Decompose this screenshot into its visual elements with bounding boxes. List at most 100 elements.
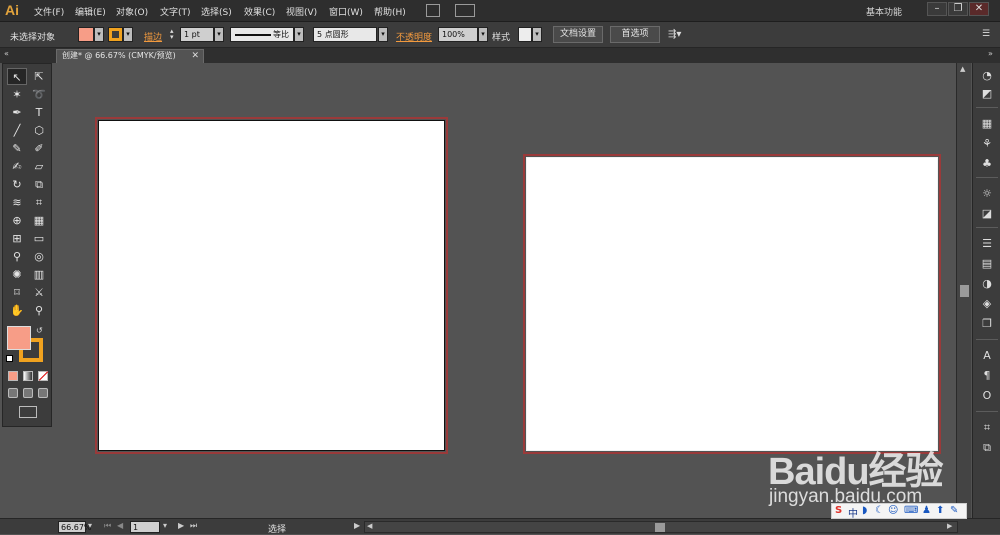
character-panel-icon[interactable]: A	[980, 349, 994, 363]
scroll-up-icon[interactable]: ▲	[960, 65, 965, 73]
first-artboard-icon[interactable]: ⏮	[104, 521, 111, 531]
type-tool-icon[interactable]: T	[29, 104, 49, 121]
symbols-panel-icon[interactable]: ♣	[980, 157, 994, 171]
column-graph-tool-icon[interactable]: ▥	[29, 266, 49, 283]
eraser-tool-icon[interactable]: ▱	[29, 158, 49, 175]
menu-file[interactable]: 文件(F)	[34, 5, 64, 18]
blend-tool-icon[interactable]: ◎	[29, 248, 49, 265]
stroke-weight-stepper-icon[interactable]: ▴ ▾	[170, 28, 178, 41]
symbol-sprayer-tool-icon[interactable]: ✺	[7, 266, 27, 283]
draw-normal-icon[interactable]	[8, 388, 18, 398]
transparency-panel-icon[interactable]: ◪	[980, 207, 994, 221]
bridge-icon[interactable]	[426, 4, 440, 17]
stroke-panel-icon[interactable]: ☼	[980, 187, 994, 201]
menu-type[interactable]: 文字(T)	[160, 5, 191, 18]
menu-object[interactable]: 对象(O)	[116, 5, 148, 18]
graphic-style-swatch[interactable]	[518, 27, 532, 42]
scroll-right-icon[interactable]: ▶	[947, 522, 952, 530]
color-mode-icon[interactable]	[8, 371, 18, 381]
collapse-toolbar-icon[interactable]: «	[4, 49, 9, 58]
none-mode-icon[interactable]	[38, 371, 49, 381]
brush-dropdown-icon[interactable]: ▾	[378, 27, 388, 42]
pathfinder-panel-icon[interactable]: ▤	[980, 257, 994, 271]
paintbrush-tool-icon[interactable]: ✎	[7, 140, 27, 157]
artboards-panel-icon[interactable]: ❐	[980, 317, 994, 331]
fill-color-box[interactable]	[7, 326, 31, 350]
transform-panel-icon[interactable]: ⌗	[980, 421, 994, 435]
fill-color-swatch[interactable]	[78, 27, 94, 42]
lasso-tool-icon[interactable]: ➰	[29, 86, 49, 103]
opacity-dropdown-icon[interactable]: ▾	[478, 27, 488, 42]
magic-wand-tool-icon[interactable]: ✶	[7, 86, 27, 103]
appearance-panel-icon[interactable]: ◑	[980, 277, 994, 291]
swatches-panel-icon[interactable]: ▦	[980, 117, 994, 131]
eyedropper-tool-icon[interactable]: ⚲	[7, 248, 27, 265]
keyboard-icon[interactable]: ⌨	[904, 505, 918, 516]
navigator-panel-icon[interactable]: ⧉	[980, 441, 994, 455]
vertical-scrollbar[interactable]: ▲	[956, 63, 971, 518]
panel-menu-icon[interactable]: ☰	[982, 29, 990, 39]
draw-behind-icon[interactable]	[23, 388, 33, 398]
close-tab-icon[interactable]: ✕	[191, 50, 199, 62]
artboard-1[interactable]	[98, 120, 445, 451]
zoom-field[interactable]: 66.67%	[58, 521, 92, 533]
color-guide-icon[interactable]: ◩	[980, 87, 994, 101]
layers-panel-icon[interactable]: ◈	[980, 297, 994, 311]
collapse-dock-icon[interactable]: »	[988, 49, 993, 58]
brushes-panel-icon[interactable]: ⚘	[980, 137, 994, 151]
ime-mode-label[interactable]: 中	[848, 505, 858, 520]
gradient-tool-icon[interactable]: ▭	[29, 230, 49, 247]
zoom-tool-icon[interactable]: ⚲	[29, 302, 49, 319]
menu-edit[interactable]: 编辑(E)	[75, 5, 106, 18]
horizontal-scroll-thumb[interactable]	[655, 523, 665, 532]
style-dropdown-icon[interactable]: ▾	[532, 27, 542, 42]
color-panel-icon[interactable]: ◔	[980, 69, 994, 83]
shape-builder-tool-icon[interactable]: ⊕	[7, 212, 27, 229]
rotate-tool-icon[interactable]: ↻	[7, 176, 27, 193]
artboard-number-field[interactable]: 1	[130, 521, 160, 533]
close-button[interactable]: ✕	[969, 2, 989, 16]
slice-tool-icon[interactable]: ⚔	[29, 284, 49, 301]
artboard-tool-icon[interactable]: ⌑	[7, 284, 27, 301]
sogou-logo-icon[interactable]: S	[835, 505, 842, 516]
artboard-2[interactable]	[526, 157, 938, 451]
gradient-mode-icon[interactable]	[23, 371, 33, 381]
workspace-switcher[interactable]: 基本功能	[866, 5, 902, 18]
upload-icon[interactable]: ⬆	[936, 505, 944, 516]
align-panel-icon[interactable]: ☰	[980, 237, 994, 251]
artboard-dropdown-icon[interactable]: ▾	[163, 521, 167, 530]
document-tab[interactable]: 创建* @ 66.67% (CMYK/预览) ✕	[56, 49, 204, 63]
menu-effect[interactable]: 效果(C)	[244, 5, 275, 18]
restore-button[interactable]: ❐	[948, 2, 968, 16]
skin-icon[interactable]: ♟	[922, 505, 931, 516]
fullwidth-icon[interactable]: ☾	[875, 505, 884, 516]
menu-select[interactable]: 选择(S)	[201, 5, 232, 18]
minimize-button[interactable]: –	[927, 2, 947, 16]
profile-dropdown-icon[interactable]: ▾	[294, 27, 304, 42]
stroke-weight-dropdown-icon[interactable]: ▾	[214, 27, 224, 42]
stroke-color-swatch[interactable]	[108, 27, 123, 42]
stroke-dropdown-icon[interactable]: ▾	[123, 27, 133, 42]
brush-definition[interactable]: 5 点圆形	[313, 27, 377, 42]
arrange-documents-icon[interactable]	[455, 4, 475, 17]
zoom-dropdown-icon[interactable]: ▾	[88, 521, 92, 530]
last-artboard-icon[interactable]: ⏭	[190, 521, 197, 531]
warp-tool-icon[interactable]: ≋	[7, 194, 27, 211]
vertical-scroll-thumb[interactable]	[960, 285, 969, 297]
swap-fill-stroke-icon[interactable]: ↺	[36, 326, 43, 335]
scale-tool-icon[interactable]: ⧉	[29, 176, 49, 193]
paragraph-panel-icon[interactable]: ¶	[980, 369, 994, 383]
stroke-panel-link[interactable]: 描边	[144, 30, 162, 43]
status-menu-icon[interactable]: ▶	[354, 521, 360, 530]
perspective-grid-tool-icon[interactable]: ▦	[29, 212, 49, 229]
direct-selection-tool-icon[interactable]: ⇱	[29, 68, 49, 85]
preferences-button[interactable]: 首选项	[610, 26, 660, 43]
next-artboard-icon[interactable]: ▶	[178, 521, 184, 530]
previous-artboard-icon[interactable]: ◀	[117, 521, 123, 530]
ellipse-tool-icon[interactable]: ⬡	[29, 122, 49, 139]
menu-window[interactable]: 窗口(W)	[329, 5, 363, 18]
pencil-tool-icon[interactable]: ✐	[29, 140, 49, 157]
default-colors-icon[interactable]	[6, 355, 13, 362]
menu-help[interactable]: 帮助(H)	[374, 5, 406, 18]
horizontal-scrollbar[interactable]: ◀ ▶	[364, 521, 958, 533]
